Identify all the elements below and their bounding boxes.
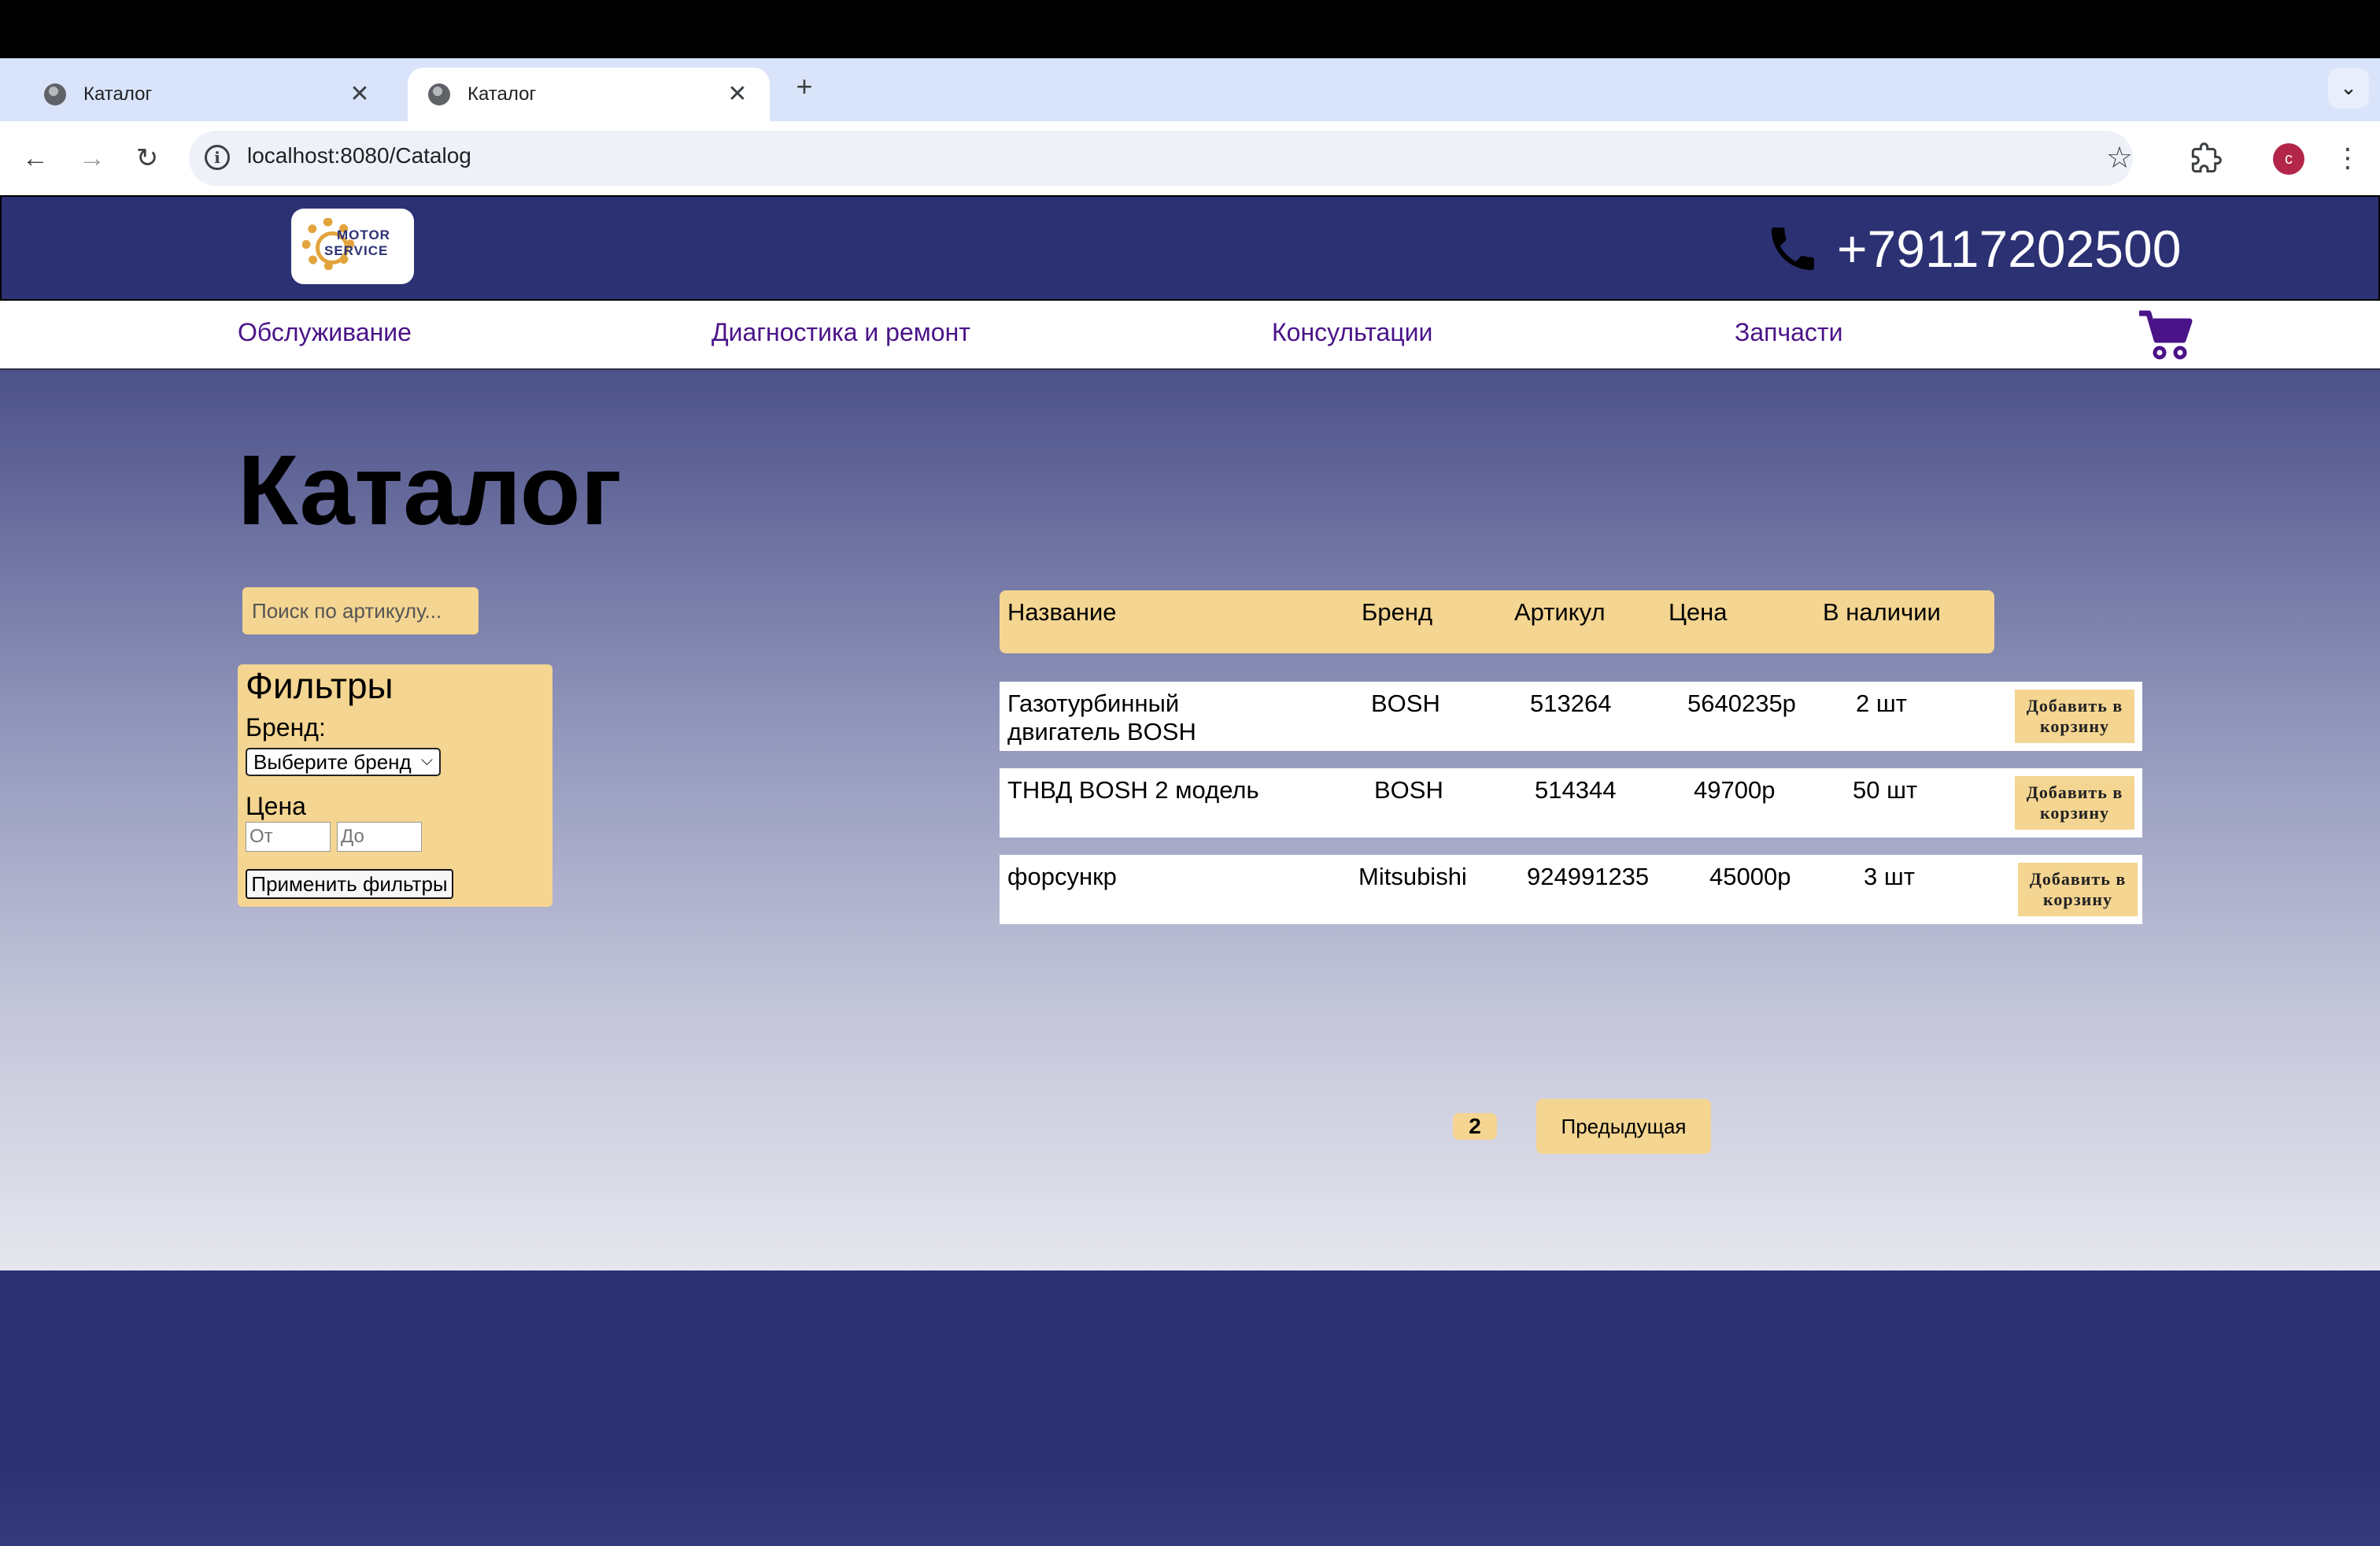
- cell-stock: 50 шт: [1853, 776, 1918, 804]
- reload-icon[interactable]: ↻: [128, 139, 167, 178]
- bookmark-star-icon[interactable]: ☆: [2106, 139, 2133, 178]
- cart-icon[interactable]: [2138, 309, 2194, 361]
- cell-stock: 2 шт: [1856, 690, 1907, 717]
- cell-name: форсункр: [1007, 863, 1117, 890]
- column-header-article: Артикул: [1514, 598, 1606, 626]
- table-row: Газотурбинный двигатель BOSH BOSH 513264…: [1000, 682, 2142, 751]
- cell-brand: Mitsubishi: [1358, 863, 1467, 890]
- cell-price: 45000р: [1709, 863, 1791, 890]
- catalog-content: Каталог Фильтры Бренд: Выберите бренд ⌵ …: [0, 370, 2380, 1270]
- apply-filters-button[interactable]: Применить фильтры: [246, 869, 453, 899]
- logo-text-line2: SERVICE: [324, 243, 389, 258]
- profile-avatar[interactable]: c: [2273, 143, 2304, 175]
- column-header-stock: В наличии: [1823, 598, 1941, 626]
- previous-page-button[interactable]: Предыдущая: [1536, 1099, 1711, 1154]
- site-header: MOTOR SERVICE +79117202500: [0, 195, 2380, 301]
- column-header-brand: Бренд: [1362, 598, 1433, 626]
- table-row: форсункр Mitsubishi 924991235 45000р 3 ш…: [1000, 855, 2142, 924]
- browser-tab-1[interactable]: Каталог ✕: [24, 68, 392, 121]
- logo-text-line1: MOTOR: [337, 227, 390, 242]
- globe-icon: [428, 83, 450, 105]
- nav-link-diagnostics[interactable]: Диагностика и ремонт: [711, 318, 970, 347]
- browser-tab-strip: Каталог ✕ Каталог ✕: [0, 58, 2380, 121]
- chevron-down-icon: ⌵: [420, 752, 433, 769]
- search-input[interactable]: [242, 587, 479, 634]
- site-footer: [0, 1270, 2380, 1546]
- cell-name: ТНВД BOSH 2 модель: [1007, 776, 1259, 804]
- price-label: Цена: [246, 792, 306, 820]
- tab-search-button[interactable]: ⌄: [2328, 68, 2369, 109]
- add-to-cart-button[interactable]: Добавить в корзину: [2018, 863, 2138, 916]
- close-icon[interactable]: ✕: [726, 83, 749, 106]
- nav-link-maintenance[interactable]: Обслуживание: [238, 318, 412, 347]
- brand-select[interactable]: Выберите бренд ⌵: [246, 748, 441, 776]
- tab-title: Каталог: [468, 83, 537, 105]
- close-icon[interactable]: ✕: [348, 83, 371, 106]
- current-page-indicator[interactable]: 2: [1453, 1113, 1497, 1140]
- price-to-input[interactable]: [337, 822, 422, 852]
- price-from-input[interactable]: [246, 822, 331, 852]
- add-to-cart-button[interactable]: Добавить в корзину: [2015, 776, 2134, 830]
- table-row: ТНВД BOSH 2 модель BOSH 514344 49700р 50…: [1000, 768, 2142, 838]
- site-navbar: Обслуживание Диагностика и ремонт Консул…: [0, 301, 2380, 370]
- cell-article: 514344: [1535, 776, 1617, 804]
- nav-link-parts[interactable]: Запчасти: [1735, 318, 1842, 347]
- forward-arrow-icon[interactable]: →: [72, 139, 112, 178]
- cell-brand: BOSH: [1371, 690, 1440, 717]
- cell-article: 513264: [1530, 690, 1612, 717]
- table-header: Название Бренд Артикул Цена В наличии: [1000, 590, 1994, 653]
- cell-stock: 3 шт: [1864, 863, 1915, 890]
- cell-price: 5640235р: [1687, 690, 1796, 717]
- globe-icon: [44, 83, 66, 105]
- extensions-icon[interactable]: [2186, 139, 2226, 178]
- web-page: MOTOR SERVICE +79117202500 Обслуживание …: [0, 195, 2380, 1546]
- screen: Каталог ✕ Каталог ✕ + ⌄ ← → ↻ i localhos…: [0, 0, 2380, 1546]
- back-arrow-icon[interactable]: ←: [16, 139, 55, 178]
- brand-label: Бренд:: [246, 713, 326, 742]
- url-text[interactable]: localhost:8080/Catalog: [247, 143, 471, 168]
- new-tab-button[interactable]: +: [789, 71, 820, 102]
- column-header-name: Название: [1007, 598, 1117, 626]
- cell-name: Газотурбинный двигатель BOSH: [1007, 690, 1196, 745]
- cell-price: 49700р: [1694, 776, 1776, 804]
- cell-brand: BOSH: [1374, 776, 1443, 804]
- browser-tab-2[interactable]: Каталог ✕: [408, 68, 770, 121]
- phone-number[interactable]: +79117202500: [1837, 219, 2181, 279]
- kebab-menu-icon[interactable]: ⋮: [2334, 139, 2361, 178]
- site-info-icon[interactable]: i: [205, 145, 230, 170]
- filters-panel: Фильтры Бренд: Выберите бренд ⌵ Цена При…: [238, 664, 552, 907]
- page-title: Каталог: [238, 435, 623, 546]
- cell-article: 924991235: [1527, 863, 1650, 890]
- nav-link-consultations[interactable]: Консультации: [1272, 318, 1432, 347]
- site-logo[interactable]: MOTOR SERVICE: [291, 209, 414, 284]
- column-header-price: Цена: [1669, 598, 1728, 626]
- tab-title: Каталог: [83, 83, 153, 105]
- phone-icon: [1772, 227, 1814, 270]
- brand-select-value: Выберите бренд: [253, 750, 412, 774]
- filters-title: Фильтры: [246, 665, 394, 706]
- add-to-cart-button[interactable]: Добавить в корзину: [2015, 690, 2134, 743]
- address-bar[interactable]: [189, 131, 2133, 186]
